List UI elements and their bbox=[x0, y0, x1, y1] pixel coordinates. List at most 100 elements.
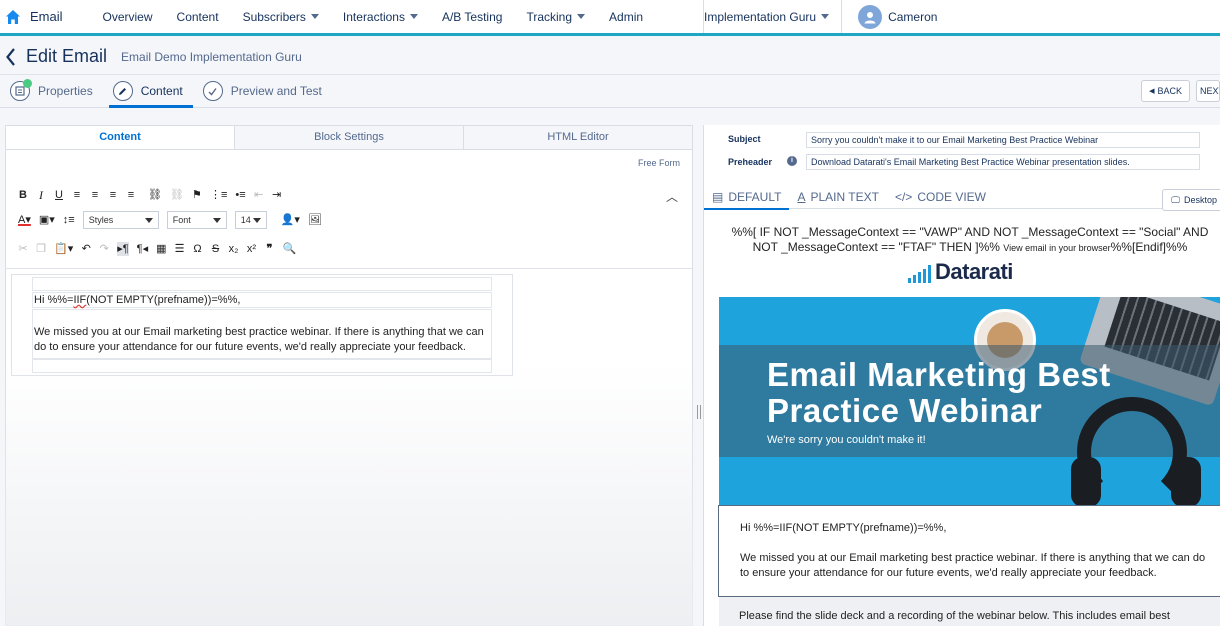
align-right-icon[interactable]: ≡ bbox=[108, 188, 118, 202]
align-left-icon[interactable]: ≡ bbox=[72, 188, 82, 202]
line-height-icon[interactable]: ↕≡ bbox=[63, 213, 75, 227]
outdent-icon[interactable]: ⇤ bbox=[254, 188, 264, 202]
bold-icon[interactable]: B bbox=[18, 188, 28, 202]
editor-tabs: Content Block Settings HTML Editor bbox=[6, 126, 692, 150]
tab-preview-and-test-label: Preview and Test bbox=[230, 84, 322, 98]
chevron-down-icon bbox=[144, 217, 153, 223]
nav-ab-testing[interactable]: A/B Testing bbox=[442, 10, 502, 24]
tab-block-settings[interactable]: Block Settings bbox=[234, 126, 463, 149]
font-size-select[interactable]: 14 bbox=[234, 211, 267, 229]
tab-content[interactable]: Content bbox=[103, 75, 193, 108]
cut-icon[interactable]: ✂ bbox=[18, 242, 28, 256]
subject-label: Subject bbox=[728, 134, 761, 144]
tab-properties[interactable]: Properties bbox=[0, 75, 103, 108]
styles-select[interactable]: Styles bbox=[82, 211, 159, 229]
align-center-icon[interactable]: ≡ bbox=[90, 188, 100, 202]
font-select-value: Font bbox=[172, 215, 191, 225]
table-icon[interactable]: ▦ bbox=[156, 242, 166, 256]
greeting-line[interactable]: Hi %%=IIF(NOT EMPTY(prefname))=%%, bbox=[32, 292, 492, 308]
copy-icon[interactable]: ❐ bbox=[36, 242, 46, 256]
chevron-down-icon bbox=[409, 14, 418, 19]
anchor-flag-icon[interactable]: ⚑ bbox=[192, 188, 202, 202]
email-paragraph: We missed you at our Email marketing bes… bbox=[740, 552, 1206, 579]
numbered-list-icon[interactable]: ⋮≡ bbox=[210, 188, 227, 202]
nav-tracking[interactable]: Tracking bbox=[526, 10, 586, 24]
preheader-field[interactable]: Download Datarati's Email Marketing Best… bbox=[806, 154, 1200, 170]
underline-icon[interactable]: U bbox=[54, 188, 64, 202]
nav-admin[interactable]: Admin bbox=[609, 10, 643, 24]
tab-html-editor[interactable]: HTML Editor bbox=[463, 126, 692, 149]
font-select[interactable]: Font bbox=[166, 211, 227, 229]
horizontal-rule-icon[interactable]: ☰ bbox=[175, 242, 185, 256]
greeting-prefix: Hi %%= bbox=[34, 294, 74, 306]
personalization-icon[interactable]: 👤▾ bbox=[281, 213, 300, 227]
image-icon[interactable]: 🖼 bbox=[308, 213, 322, 227]
tab-code-view[interactable]: </> CODE VIEW bbox=[887, 185, 994, 209]
empty-row[interactable] bbox=[32, 359, 492, 373]
link-icon[interactable]: ⛓ bbox=[148, 188, 162, 202]
business-unit-label: Implementation Guru bbox=[704, 9, 817, 24]
nav-interactions[interactable]: Interactions bbox=[343, 10, 418, 24]
email-name: Email Demo Implementation Guru bbox=[121, 49, 302, 64]
nav-subscribers[interactable]: Subscribers bbox=[243, 10, 319, 24]
ltr-icon[interactable]: ▸¶ bbox=[117, 242, 129, 256]
greeting-suffix: (NOT EMPTY(prefname))=%%, bbox=[86, 294, 241, 306]
rtl-icon[interactable]: ¶◂ bbox=[137, 242, 148, 256]
nav-admin-label: Admin bbox=[609, 9, 644, 24]
toolbar-divider bbox=[6, 268, 692, 269]
italic-icon[interactable]: I bbox=[36, 188, 46, 202]
unlink-icon[interactable]: ⛓ bbox=[170, 188, 184, 202]
tab-editor-content[interactable]: Content bbox=[6, 126, 234, 149]
tab-plain-text[interactable]: A PLAIN TEXT bbox=[789, 185, 886, 209]
subscript-icon[interactable]: x₂ bbox=[229, 242, 239, 256]
back-button[interactable]: ◀ BACK bbox=[1141, 80, 1190, 102]
strikethrough-icon[interactable]: S bbox=[211, 242, 221, 256]
justify-icon[interactable]: ≡ bbox=[126, 188, 136, 202]
home-icon[interactable] bbox=[0, 0, 26, 35]
view-in-browser-link[interactable]: View email in your browser bbox=[1003, 243, 1110, 253]
undo-icon[interactable]: ↶ bbox=[81, 242, 91, 256]
text-color-icon[interactable]: A▾ bbox=[18, 213, 31, 227]
preview-panel: Subject Sorry you couldn't make it to ou… bbox=[703, 125, 1220, 626]
special-char-icon[interactable]: Ω bbox=[193, 242, 203, 256]
nav-overview[interactable]: Overview bbox=[103, 10, 153, 24]
app-name[interactable]: Email bbox=[30, 9, 63, 24]
body-paragraph[interactable]: We missed you at our Email marketing bes… bbox=[32, 309, 492, 359]
chevron-down-icon bbox=[821, 14, 830, 19]
styles-select-value: Styles bbox=[88, 215, 114, 225]
paste-icon[interactable]: 📋▾ bbox=[54, 242, 73, 256]
email-greeting: Hi %%=IIF(NOT EMPTY(prefname))=%%, bbox=[740, 522, 947, 534]
nav-subscribers-label: Subscribers bbox=[242, 9, 306, 24]
nav-content[interactable]: Content bbox=[177, 10, 219, 24]
step-tabs: Properties Content Preview and Test ◀ BAC… bbox=[0, 75, 1220, 108]
headphones-ear-image bbox=[1171, 457, 1201, 505]
info-icon[interactable]: i bbox=[787, 156, 797, 166]
content-editor-panel: Content Block Settings HTML Editor Free … bbox=[5, 125, 693, 626]
empty-row[interactable] bbox=[32, 277, 492, 291]
indent-icon[interactable]: ⇥ bbox=[272, 188, 282, 202]
user-menu[interactable]: Cameron P bbox=[842, 4, 938, 29]
back-arrow-icon[interactable] bbox=[2, 42, 20, 72]
superscript-icon[interactable]: x² bbox=[247, 242, 257, 256]
top-navigation: Email Overview Content Subscribers Inter… bbox=[0, 0, 1220, 36]
blockquote-icon[interactable]: ❞ bbox=[265, 242, 275, 256]
panel-resize-handle[interactable] bbox=[697, 405, 701, 419]
chevron-up-icon[interactable]: ︿ bbox=[666, 188, 678, 205]
edit-header: Edit Email Email Demo Implementation Gur… bbox=[0, 39, 1220, 75]
business-unit-selector[interactable]: Implementation Guru bbox=[704, 0, 843, 33]
redo-icon[interactable]: ↷ bbox=[99, 242, 109, 256]
bulleted-list-icon[interactable]: •≡ bbox=[235, 188, 245, 202]
tab-preview-and-test[interactable]: Preview and Test bbox=[193, 75, 332, 108]
next-button[interactable]: NEXT bbox=[1196, 80, 1220, 102]
search-icon[interactable]: 🔍 bbox=[283, 242, 297, 256]
device-toggle-button[interactable]: 🖵 Desktop bbox=[1162, 189, 1220, 211]
tab-code-view-label: CODE VIEW bbox=[917, 189, 986, 204]
tab-default-view[interactable]: ▤ DEFAULT bbox=[704, 185, 790, 210]
content-editable-area[interactable]: Hi %%=IIF(NOT EMPTY(prefname))=%%, We mi… bbox=[11, 274, 513, 376]
background-color-icon[interactable]: ▣▾ bbox=[39, 213, 55, 227]
email-body-block[interactable]: Hi %%=IIF(NOT EMPTY(prefname))=%%, We mi… bbox=[718, 505, 1220, 597]
email-slide-deck-block[interactable]: Please find the slide deck and a recordi… bbox=[719, 597, 1220, 626]
subject-field[interactable]: Sorry you couldn't make it to our Email … bbox=[806, 132, 1200, 148]
datarati-logo: Datarati bbox=[908, 261, 1013, 283]
top-right-area: Implementation Guru Cameron P bbox=[703, 0, 1220, 33]
